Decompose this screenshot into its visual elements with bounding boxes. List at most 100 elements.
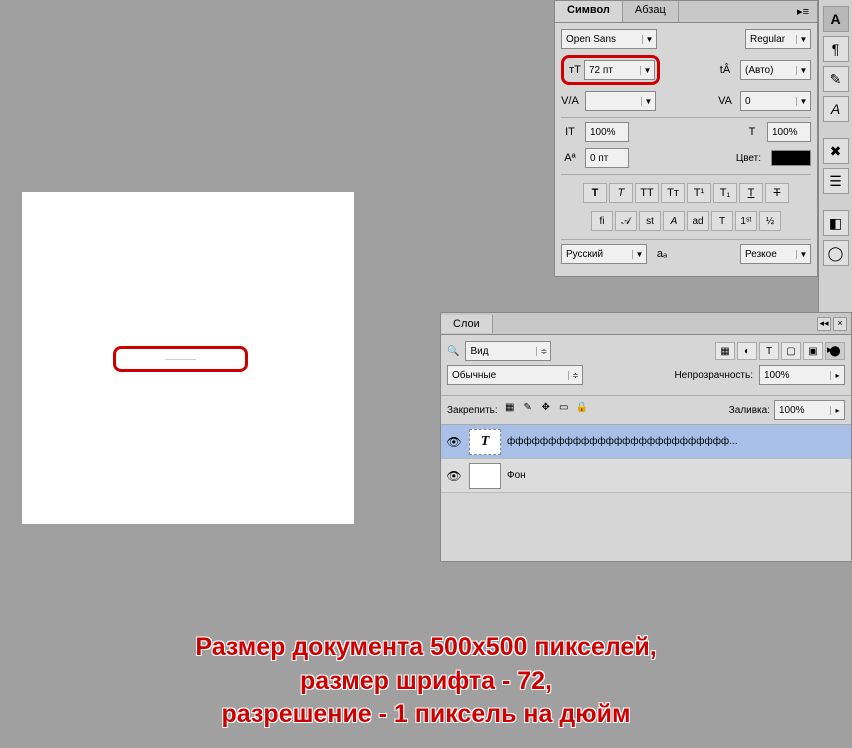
antialias-input[interactable]	[741, 249, 796, 260]
font-size-input[interactable]	[585, 65, 640, 76]
blend-mode-select[interactable]: ≑	[447, 365, 583, 385]
chevron-down-icon[interactable]: ▼	[632, 250, 646, 259]
font-family-input[interactable]	[562, 34, 642, 45]
lock-brush-icon[interactable]: ✎	[520, 402, 536, 418]
chevron-down-icon[interactable]: ▼	[796, 35, 810, 44]
contextual-button[interactable]: 𝒜	[615, 211, 637, 231]
blend-mode-input[interactable]	[448, 370, 568, 381]
smallcaps-button[interactable]: Tᴛ	[661, 183, 685, 203]
chevron-down-icon[interactable]: ▼	[796, 97, 810, 106]
collapse-icon[interactable]: ◂◂	[817, 317, 831, 331]
chevron-down-icon[interactable]: ▼	[642, 35, 656, 44]
layers-tab[interactable]: Слои	[441, 315, 493, 333]
kerning-select[interactable]: ▼	[585, 91, 656, 111]
filter-adjust-icon[interactable]: ◐	[737, 342, 757, 360]
strikethrough-button[interactable]: T	[765, 183, 789, 203]
italic-button[interactable]: T	[609, 183, 633, 203]
fractions-button[interactable]: 1ˢᵗ	[735, 211, 757, 231]
chevron-down-icon[interactable]: ▸	[830, 406, 844, 415]
brush-tool-icon[interactable]: ✎	[823, 66, 849, 92]
tab-paragraph[interactable]: Абзац	[623, 1, 679, 22]
leading-select[interactable]: ▼	[740, 60, 811, 80]
vscale-input-wrap[interactable]	[585, 122, 629, 142]
hscale-input-wrap[interactable]	[767, 122, 811, 142]
titlecase-button[interactable]: ad	[687, 211, 709, 231]
chevron-down-icon[interactable]: ≑	[568, 371, 582, 380]
leading-input[interactable]	[741, 65, 796, 76]
layer-thumbnail[interactable]	[469, 463, 501, 489]
leading-icon: tÂ	[716, 64, 734, 76]
hscale-input[interactable]	[768, 127, 810, 138]
filter-pixel-icon[interactable]: ▦	[715, 342, 735, 360]
language-input[interactable]	[562, 249, 632, 260]
font-style-select[interactable]: ▼	[745, 29, 811, 49]
vscale-input[interactable]	[586, 127, 628, 138]
lock-move-icon[interactable]: ✥	[538, 402, 554, 418]
tracking-select[interactable]: ▼	[740, 91, 811, 111]
vscale-icon: IT	[561, 126, 579, 138]
glyph-tool-icon[interactable]: A	[823, 96, 849, 122]
ordinals-button[interactable]: T	[711, 211, 733, 231]
character-panel-toggle[interactable]: A	[823, 6, 849, 32]
paragraph-tool-icon[interactable]: ¶	[823, 36, 849, 62]
chevron-down-icon[interactable]: ▼	[640, 66, 654, 75]
cube-icon[interactable]: ◧	[823, 210, 849, 236]
font-size-icon: тT	[566, 64, 584, 76]
lock-pixels-icon[interactable]: ▦	[502, 402, 518, 418]
visibility-icon[interactable]: 👁	[445, 469, 463, 483]
layer-name[interactable]: ффффффффффффффффффффффффффф...	[507, 436, 737, 447]
bold-button[interactable]: T	[583, 183, 607, 203]
chevron-down-icon[interactable]: ≑	[536, 347, 550, 356]
tools-icon[interactable]: ✖	[823, 138, 849, 164]
subscript-button[interactable]: T₁	[713, 183, 737, 203]
fill-input[interactable]	[775, 405, 830, 416]
chevron-down-icon[interactable]: ▼	[796, 250, 810, 259]
superscript-button[interactable]: T¹	[687, 183, 711, 203]
layer-name[interactable]: Фон	[507, 470, 526, 481]
character-panel-tabs: Символ Абзац ▸≡	[555, 1, 817, 23]
font-style-input[interactable]	[746, 34, 796, 45]
visibility-icon[interactable]: 👁	[445, 435, 463, 449]
lock-artboard-icon[interactable]: ▭	[556, 402, 572, 418]
tracking-icon: VA	[716, 95, 734, 107]
opacity-select[interactable]: ▸	[759, 365, 845, 385]
baseline-input[interactable]	[586, 153, 628, 164]
layer-filter-input[interactable]	[466, 346, 536, 357]
language-select[interactable]: ▼	[561, 244, 647, 264]
sphere-icon[interactable]: ◯	[823, 240, 849, 266]
opacity-input[interactable]	[760, 370, 830, 381]
search-icon: 🔍	[447, 346, 459, 357]
swash-button[interactable]: st	[639, 211, 661, 231]
layer-item[interactable]: 👁 T ффффффффффффффффффффффффффф...	[441, 425, 851, 459]
panel-menu-icon[interactable]: ▸≡	[789, 1, 817, 22]
font-size-select[interactable]: ▼	[584, 60, 655, 80]
chevron-down-icon[interactable]: ▼	[796, 66, 810, 75]
font-family-select[interactable]: ▼	[561, 29, 657, 49]
antialias-select[interactable]: ▼	[740, 244, 811, 264]
chevron-down-icon[interactable]: ▸	[830, 371, 844, 380]
annotation-overlay: Размер документа 500х500 пикселей, разме…	[0, 631, 852, 732]
close-icon[interactable]: ×	[833, 317, 847, 331]
lock-all-icon[interactable]: 🔒	[574, 402, 590, 418]
filter-text-icon[interactable]: T	[759, 342, 779, 360]
layers-panel-menu[interactable]: ▸≡	[819, 339, 847, 360]
tab-character[interactable]: Символ	[555, 1, 623, 22]
underline-button[interactable]: T	[739, 183, 763, 203]
stylistic-button[interactable]: A	[663, 211, 685, 231]
font-size-highlight: тT ▼	[561, 55, 660, 85]
fill-select[interactable]: ▸	[774, 400, 845, 420]
allcaps-button[interactable]: TT	[635, 183, 659, 203]
adjustments-icon[interactable]: ☰	[823, 168, 849, 194]
layer-item[interactable]: 👁 Фон	[441, 459, 851, 493]
hscale-icon: T	[743, 126, 761, 138]
ligatures-button[interactable]: fi	[591, 211, 613, 231]
kerning-input[interactable]	[586, 96, 641, 107]
color-swatch[interactable]	[771, 150, 811, 166]
layer-filter-select[interactable]: ≑	[465, 341, 551, 361]
half-button[interactable]: ½	[759, 211, 781, 231]
layer-thumbnail-text[interactable]: T	[469, 429, 501, 455]
tracking-input[interactable]	[741, 96, 796, 107]
chevron-down-icon[interactable]: ▼	[641, 97, 655, 106]
baseline-input-wrap[interactable]	[585, 148, 629, 168]
filter-shape-icon[interactable]: ▢	[781, 342, 801, 360]
